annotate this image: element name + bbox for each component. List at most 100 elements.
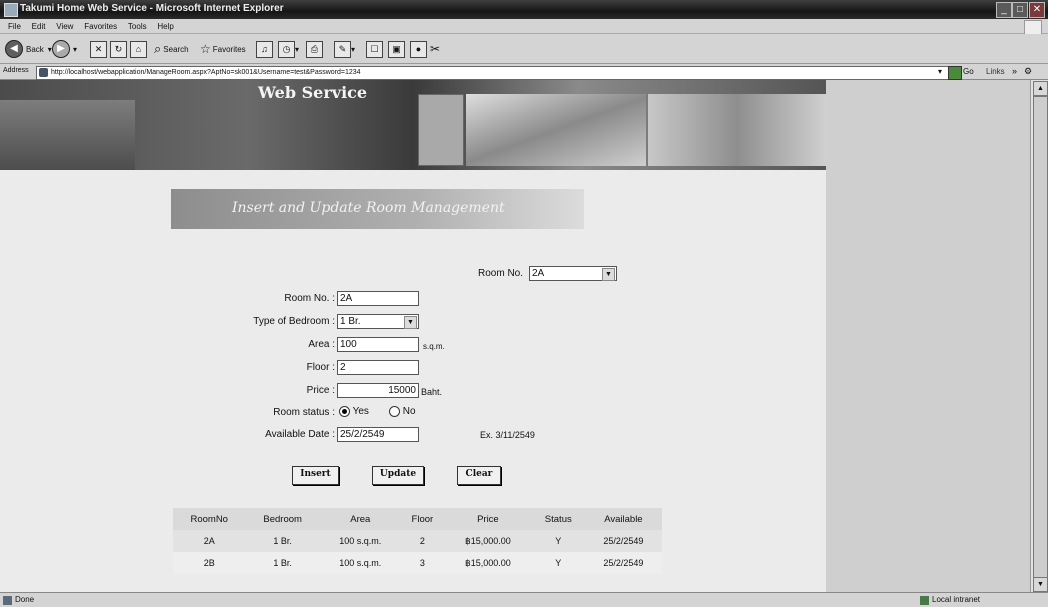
ie-icon (4, 3, 18, 17)
table-cell: 100 s.q.m. (339, 536, 382, 546)
price-unit: Baht. (421, 387, 443, 397)
plugin-button[interactable]: ✂ (430, 40, 440, 58)
page-content: Web Service Insert and Update Room Manag… (0, 80, 826, 592)
favorites-label: Favorites (212, 44, 246, 54)
table-cell: 2A (203, 536, 215, 546)
vertical-scrollbar[interactable]: ▲ ▼ (1030, 80, 1048, 592)
maximize-button[interactable]: □ (1012, 2, 1028, 18)
room-select[interactable]: 2A ▼ (529, 266, 617, 281)
home-icon: ⌂ (130, 40, 147, 58)
status-no-label: No (402, 406, 416, 418)
table-cell: 25/2/2549 (603, 536, 644, 546)
history-icon: ◷ (278, 40, 295, 58)
search-icon: ⌕ (154, 41, 162, 56)
forward-button[interactable]: ▶ ▾ (52, 40, 77, 58)
windows-logo-icon (1024, 20, 1042, 35)
area-unit: s.q.m. (423, 342, 445, 351)
menu-help[interactable]: Help (157, 19, 173, 34)
status-bar: Done Local intranet (0, 592, 1048, 607)
status-yes-radio[interactable]: Yes (339, 406, 369, 417)
stop-button[interactable]: ✕ (90, 40, 107, 58)
refresh-button[interactable]: ↻ (110, 40, 127, 58)
menu-tools[interactable]: Tools (128, 19, 147, 34)
minimize-button[interactable]: _ (996, 2, 1012, 18)
media-icon: ♫ (256, 40, 273, 58)
radio-checked-icon (339, 406, 350, 417)
print-button[interactable]: ⎙ (306, 40, 323, 58)
apartment-photo (418, 94, 464, 166)
rooms-table: RoomNo Bedroom Area Floor Price Status A… (173, 508, 662, 574)
history-button[interactable]: ◷ ▾ (278, 40, 299, 58)
links-chevron-icon[interactable]: » (1012, 66, 1017, 76)
address-input[interactable]: http://localhost/webapplication/ManageRo… (36, 66, 952, 80)
printer-icon: ⎙ (306, 40, 323, 58)
area-input[interactable]: 100 (337, 337, 419, 352)
column-header: Area (319, 508, 401, 530)
research-button[interactable]: ▣ (388, 40, 405, 58)
table-cell: 1 Br. (273, 558, 292, 568)
refresh-icon: ↻ (110, 40, 127, 58)
room-select-value: 2A (532, 268, 545, 279)
status-no-radio[interactable]: No (389, 406, 416, 417)
address-bar: Address http://localhost/webapplication/… (0, 64, 1048, 80)
clear-button[interactable]: Clear (457, 466, 501, 485)
table-cell: 25/2/2549 (603, 558, 644, 568)
available-date-label: Available Date : (265, 429, 335, 440)
section-title: Insert and Update Room Management (232, 200, 505, 216)
price-label: Price : (306, 385, 335, 396)
menu-view[interactable]: View (56, 19, 73, 34)
table-cell: ฿15,000.00 (465, 535, 511, 546)
bedroom-type-value: 1 Br. (340, 316, 361, 327)
favorites-button[interactable]: ☆ Favorites (200, 40, 246, 58)
address-label: Address (3, 67, 29, 74)
table-cell: 3 (419, 558, 425, 568)
floor-input[interactable]: 2 (337, 360, 419, 375)
column-header: Available (584, 508, 662, 530)
edit-button[interactable]: ✎ ▾ (334, 40, 355, 58)
discuss-button[interactable]: ☐ (366, 40, 383, 58)
address-url: http://localhost/webapplication/ManageRo… (51, 69, 361, 76)
search-button[interactable]: ⌕ Search (154, 40, 189, 58)
room-no-input[interactable]: 2A (337, 291, 419, 306)
radio-unchecked-icon (389, 406, 400, 417)
extension-icon[interactable]: ⚙ (1024, 66, 1032, 77)
menu-bar: File Edit View Favorites Tools Help (0, 19, 1048, 35)
menu-edit[interactable]: Edit (32, 19, 46, 34)
back-button[interactable]: ◀ Back ▾ (5, 40, 52, 58)
update-button[interactable]: Update (372, 466, 424, 485)
status-text: Done (15, 595, 35, 604)
go-arrow-icon (948, 66, 962, 80)
available-date-input[interactable]: 25/2/2549 (337, 427, 419, 442)
menu-favorites[interactable]: Favorites (84, 19, 117, 34)
bedroom-type-select[interactable]: 1 Br. ▼ (337, 314, 419, 329)
table-row[interactable]: 2B 1 Br. 100 s.q.m. 3 ฿15,000.00 Y 25/2/… (173, 552, 662, 574)
back-arrow-icon: ◀ (5, 40, 23, 58)
chevron-down-icon: ▼ (602, 268, 615, 281)
media-button[interactable]: ♫ (256, 40, 273, 58)
table-cell: 1 Br. (273, 536, 292, 546)
chevron-down-icon: ▾ (73, 44, 78, 54)
forward-arrow-icon: ▶ (52, 40, 70, 58)
price-input[interactable]: 15000 (337, 383, 419, 398)
home-button[interactable]: ⌂ (130, 40, 147, 58)
messenger-button[interactable]: ● (410, 40, 427, 58)
menu-file[interactable]: File (8, 19, 21, 34)
address-dropdown-icon[interactable]: ▾ (938, 67, 942, 76)
table-row[interactable]: 2A 1 Br. 100 s.q.m. 2 ฿15,000.00 Y 25/2/… (173, 530, 662, 552)
stop-icon: ✕ (90, 40, 107, 58)
column-header: Price (444, 508, 532, 530)
city-photo (648, 94, 826, 166)
go-button[interactable]: Go (963, 67, 974, 76)
insert-button[interactable]: Insert (292, 466, 339, 485)
table-cell: ฿15,000.00 (465, 557, 511, 568)
chevron-down-icon: ▾ (351, 44, 356, 54)
close-button[interactable]: ✕ (1029, 2, 1045, 18)
toolbar: ◀ Back ▾ ▶ ▾ ✕ ↻ ⌂ ⌕ Search ☆ Favorites … (0, 34, 1048, 64)
back-label: Back (26, 44, 44, 54)
scroll-up-arrow-icon[interactable]: ▲ (1033, 81, 1048, 96)
chevron-down-icon: ▼ (404, 316, 417, 329)
browser-viewport: Web Service Insert and Update Room Manag… (0, 80, 1030, 592)
scroll-down-arrow-icon[interactable]: ▼ (1033, 577, 1048, 592)
scroll-thumb[interactable] (1033, 96, 1048, 578)
links-button[interactable]: Links (986, 67, 1005, 76)
